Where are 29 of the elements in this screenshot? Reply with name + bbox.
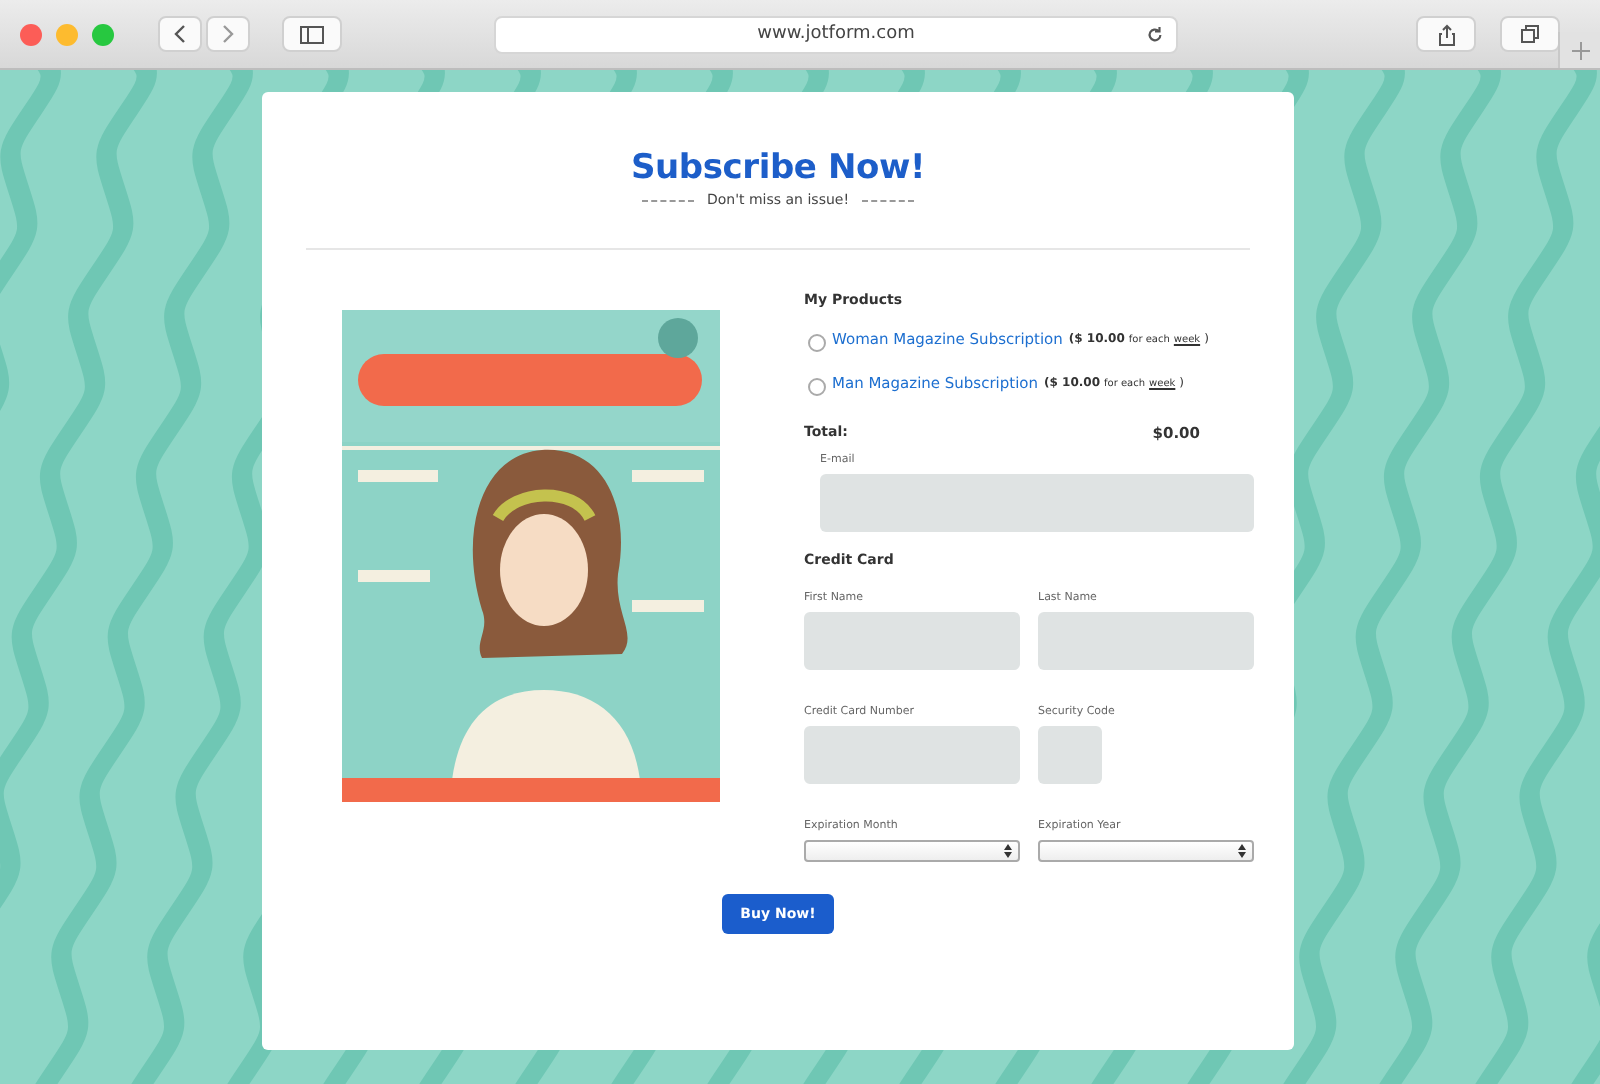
minimize-icon[interactable] xyxy=(56,23,78,45)
sidebar-button[interactable] xyxy=(282,16,342,52)
close-icon[interactable] xyxy=(20,23,42,45)
tabs-button[interactable] xyxy=(1500,16,1560,52)
input-field[interactable] xyxy=(804,726,1020,784)
tabs-icon xyxy=(1520,24,1540,44)
stepper-arrows-icon xyxy=(1238,844,1246,858)
sidebar-icon xyxy=(300,25,324,43)
dropdown[interactable] xyxy=(804,840,1020,862)
address-field[interactable]: www.jotform.com xyxy=(494,15,1178,53)
share-icon xyxy=(1437,23,1455,45)
input-field[interactable] xyxy=(820,474,1254,532)
forward-button[interactable] xyxy=(206,16,250,52)
radio-button[interactable] xyxy=(808,334,826,352)
chevron-left-icon xyxy=(174,24,186,44)
input-field[interactable] xyxy=(804,612,1020,670)
reload-icon[interactable] xyxy=(1146,25,1164,43)
chevron-right-icon xyxy=(222,24,234,44)
input-field[interactable] xyxy=(1038,612,1254,670)
dropdown[interactable] xyxy=(1038,840,1254,862)
stepper-arrows-icon xyxy=(1004,844,1012,858)
back-button[interactable] xyxy=(158,16,202,52)
new-tab-button[interactable] xyxy=(1558,32,1600,68)
form-title: Subscribe Now! xyxy=(630,148,926,188)
input-field[interactable] xyxy=(1038,726,1102,784)
radio-button[interactable] xyxy=(808,378,826,396)
maximize-icon[interactable] xyxy=(92,23,114,45)
share-button[interactable] xyxy=(1416,16,1476,52)
plus-icon xyxy=(1571,41,1589,59)
